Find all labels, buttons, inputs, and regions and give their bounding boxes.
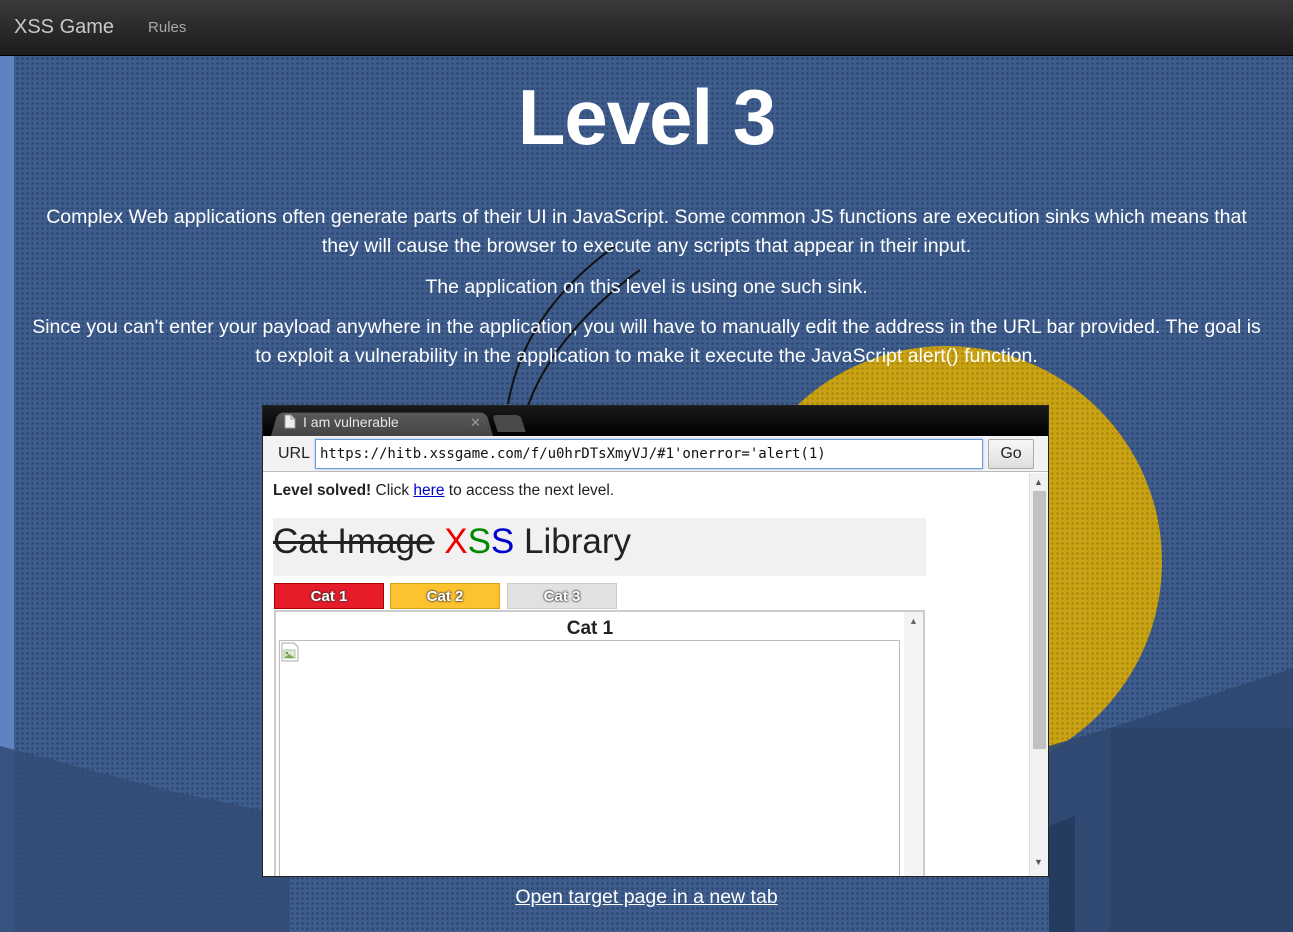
open-target-link[interactable]: Open target page in a new tab xyxy=(0,886,1293,909)
cat-frame-title: Cat 1 xyxy=(566,618,614,639)
brand-link[interactable]: XSS Game xyxy=(14,16,114,39)
scroll-up-icon[interactable]: ▲ xyxy=(1034,477,1043,487)
top-navbar: XSS Game Rules xyxy=(0,0,1293,56)
next-level-link[interactable]: here xyxy=(413,482,444,499)
title-library: Library xyxy=(514,522,631,561)
url-bar: URL https://hitb.xssgame.com/f/u0hrDTsXm… xyxy=(263,436,1048,472)
url-input[interactable]: https://hitb.xssgame.com/f/u0hrDTsXmyVJ/… xyxy=(315,439,983,469)
new-tab-button[interactable] xyxy=(492,415,526,432)
viewport-scrollbar[interactable]: ▲ ▼ xyxy=(1029,473,1048,876)
library-title: Cat Image XSS Library xyxy=(273,522,631,562)
level-solved-message: Level solved! Click here to access the n… xyxy=(273,482,614,500)
description-paragraph-2: The application on this level is using o… xyxy=(425,276,868,298)
page-title: Level 3 xyxy=(517,73,777,161)
library-header: Cat Image XSS Library xyxy=(273,518,926,576)
level-solved-label: Level solved! xyxy=(273,482,372,499)
cat-image xyxy=(279,640,900,876)
broken-image-icon xyxy=(281,642,299,662)
browser-tab-bar: I am vulnerable ✕ xyxy=(263,406,1048,436)
scroll-down-icon[interactable]: ▼ xyxy=(1034,857,1043,867)
browser-viewport: Level solved! Click here to access the n… xyxy=(263,473,1048,876)
frame-scroll-up-icon[interactable]: ▲ xyxy=(909,616,918,626)
tab-cat-1[interactable]: Cat 1 xyxy=(274,583,384,609)
close-tab-icon[interactable]: ✕ xyxy=(470,415,481,431)
solved-text-post: to access the next level. xyxy=(444,482,615,499)
url-label: URL xyxy=(278,445,311,462)
main-content: Level 3 Complex Web applications often g… xyxy=(0,56,1293,932)
description-paragraph-3: Since you can't enter your payload anywh… xyxy=(32,316,1261,367)
cat-frame: Cat 1 ▲ xyxy=(274,610,925,876)
embedded-browser: I am vulnerable ✕ URL https://hitb.xssga… xyxy=(262,405,1049,877)
browser-tab-title: I am vulnerable xyxy=(303,414,399,430)
tab-cat-3[interactable]: Cat 3 xyxy=(507,583,617,609)
solved-text-pre: Click xyxy=(371,482,414,499)
page-icon xyxy=(284,414,296,429)
description-paragraph-1: Complex Web applications often generate … xyxy=(46,206,1247,257)
struck-title: Cat Image xyxy=(273,522,435,561)
scroll-thumb[interactable] xyxy=(1033,491,1046,749)
title-x: X xyxy=(444,522,468,561)
title-s-green: S xyxy=(467,522,491,561)
tab-cat-2[interactable]: Cat 2 xyxy=(390,583,500,609)
rules-link[interactable]: Rules xyxy=(148,19,186,36)
title-s-blue: S xyxy=(490,522,515,561)
go-button[interactable]: Go xyxy=(988,439,1034,469)
frame-scrollbar[interactable]: ▲ xyxy=(904,612,923,876)
